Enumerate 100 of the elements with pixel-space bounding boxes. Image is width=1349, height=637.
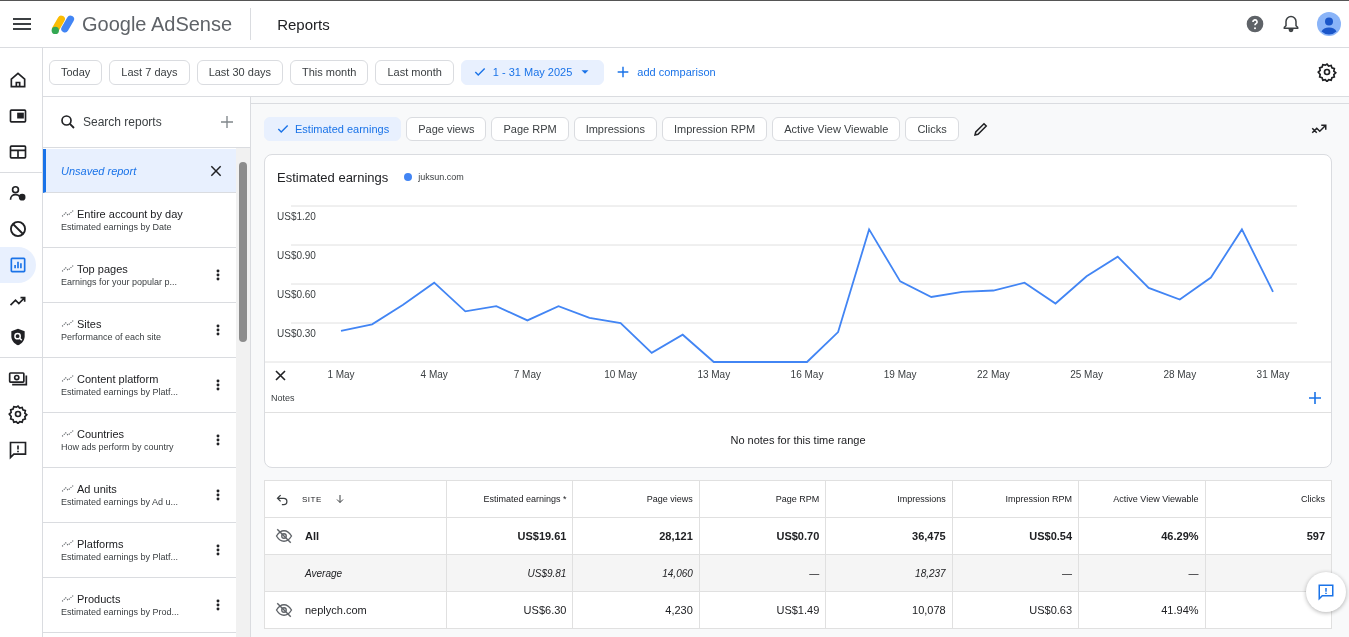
help-icon[interactable] [1245,14,1265,34]
close-icon[interactable] [275,370,286,381]
more-icon[interactable] [216,598,220,612]
empty-notes-message: No notes for this time range [730,434,866,446]
table-cell: US$19.61 [517,530,567,542]
add-comparison-link[interactable]: add comparison [615,64,716,80]
legend-label: juksun.com [418,172,464,182]
more-icon[interactable] [216,433,220,447]
date-preset-chip[interactable]: This month [290,59,369,85]
report-chart-icon [61,209,75,219]
table-cell: 10,078 [912,604,946,616]
report-name[interactable]: Products [77,593,121,605]
table-cell: 4,230 [665,604,693,616]
metric-chip[interactable]: Estimated earnings [264,117,402,141]
column-header[interactable]: Clicks [1301,494,1325,504]
edit-icon[interactable] [971,120,990,138]
report-name[interactable]: Sites [77,318,102,330]
metric-chip[interactable]: Impressions [573,117,657,141]
more-icon[interactable] [216,378,220,392]
report-name[interactable]: Top pages [77,263,128,275]
column-header[interactable]: Impressions [897,494,946,504]
report-name[interactable]: Entire account by day [77,208,183,220]
x-axis-label: 13 May [697,369,731,380]
layout-icon [8,142,28,162]
report-description: Estimated earnings by Date [61,222,173,232]
more-icon[interactable] [216,323,220,337]
report-description: Estimated earnings by Ad u... [61,497,180,507]
date-preset-chip[interactable]: Last month [375,59,454,85]
column-header[interactable]: Page views [646,494,693,504]
settings-icon[interactable] [1317,62,1337,82]
metric-chip[interactable]: Page RPM [491,117,569,141]
date-range-label: 1 - 31 May 2025 [492,66,573,78]
report-chart-icon [61,429,75,439]
table-cell: 28,121 [659,530,693,542]
metric-chip[interactable]: Page views [406,117,487,141]
more-icon[interactable] [216,543,220,557]
y-axis-label: US$0.90 [277,250,316,261]
hidden-eye-icon[interactable] [275,527,293,545]
date-preset-chip[interactable]: Last 30 days [196,59,283,85]
shield-icon [8,327,28,347]
column-header[interactable]: Active View Viewable [1113,494,1199,504]
product-name: Google AdSense [82,12,233,36]
people-icon [8,183,28,203]
more-icon[interactable] [216,268,220,282]
current-report-name: Unsaved report [61,164,137,177]
report-description: Estimated earnings by Platf... [61,387,180,397]
metric-chip[interactable]: Impression RPM [661,117,768,141]
y-axis-label: US$1.20 [277,211,316,222]
hidden-eye-icon[interactable] [275,601,293,619]
table-cell: US$0.63 [1029,604,1073,616]
column-header[interactable]: Page RPM [775,494,820,504]
x-axis-label: 16 May [790,369,824,380]
report-chart-icon [61,264,75,274]
report-name[interactable]: Ad units [77,483,117,495]
x-axis-label: 19 May [883,369,917,380]
feedback-icon [1317,583,1335,601]
report-name[interactable]: Platforms [77,538,124,550]
table-cell: US$9.81 [527,567,567,579]
notifications-icon[interactable] [1281,14,1301,34]
notes-label: Notes [271,393,295,403]
x-axis-label: 22 May [977,369,1010,380]
avatar-icon[interactable] [1317,12,1341,36]
date-range-chip[interactable]: 1 - 31 May 2025 [460,59,605,85]
table-cell: US$0.54 [1029,530,1073,542]
report-description: Earnings for your popular p... [61,277,179,287]
feedback-button[interactable] [1306,572,1346,612]
report-name[interactable]: Content platform [77,373,159,385]
x-axis-label: 7 May [513,369,541,380]
metric-chip[interactable]: Clicks [905,117,959,141]
table-cell: 18,237 [915,567,946,579]
ads-icon [8,106,28,126]
column-header[interactable]: Impression RPM [1005,494,1073,504]
column-header[interactable]: Estimated earnings * [483,494,567,504]
report-chart-icon [61,539,75,549]
chart-title: Estimated earnings [277,169,389,185]
table-cell: — [1062,567,1073,579]
table-cell: 46.29% [1161,530,1199,542]
report-description: How ads perform by country [61,442,175,452]
column-header[interactable]: SITE [302,494,322,504]
report-description: Estimated earnings by Platf... [61,552,180,562]
x-axis-label: 4 May [420,369,448,380]
date-preset-chip[interactable]: Last 7 days [109,59,190,85]
report-name[interactable]: Countries [77,428,125,440]
metric-chip[interactable]: Active View Viewable [772,117,901,141]
x-axis-label: 28 May [1163,369,1197,380]
row-label: All [305,530,320,542]
add-icon[interactable] [1307,390,1323,406]
table-cell: US$0.70 [776,530,820,542]
x-axis-label: 25 May [1070,369,1103,380]
report-chart-icon [61,374,75,384]
table-cell: US$6.30 [523,604,567,616]
x-axis-label: 10 May [604,369,637,380]
table-cell: 14,060 [662,567,693,579]
date-preset-chip[interactable]: Today [49,59,103,85]
report-chart-icon [61,484,75,494]
scrollbar[interactable] [236,148,250,637]
table-cell: 36,475 [912,530,946,542]
x-axis-label: 31 May [1256,369,1290,380]
more-icon[interactable] [216,488,220,502]
table-cell: US$1.49 [776,604,820,616]
